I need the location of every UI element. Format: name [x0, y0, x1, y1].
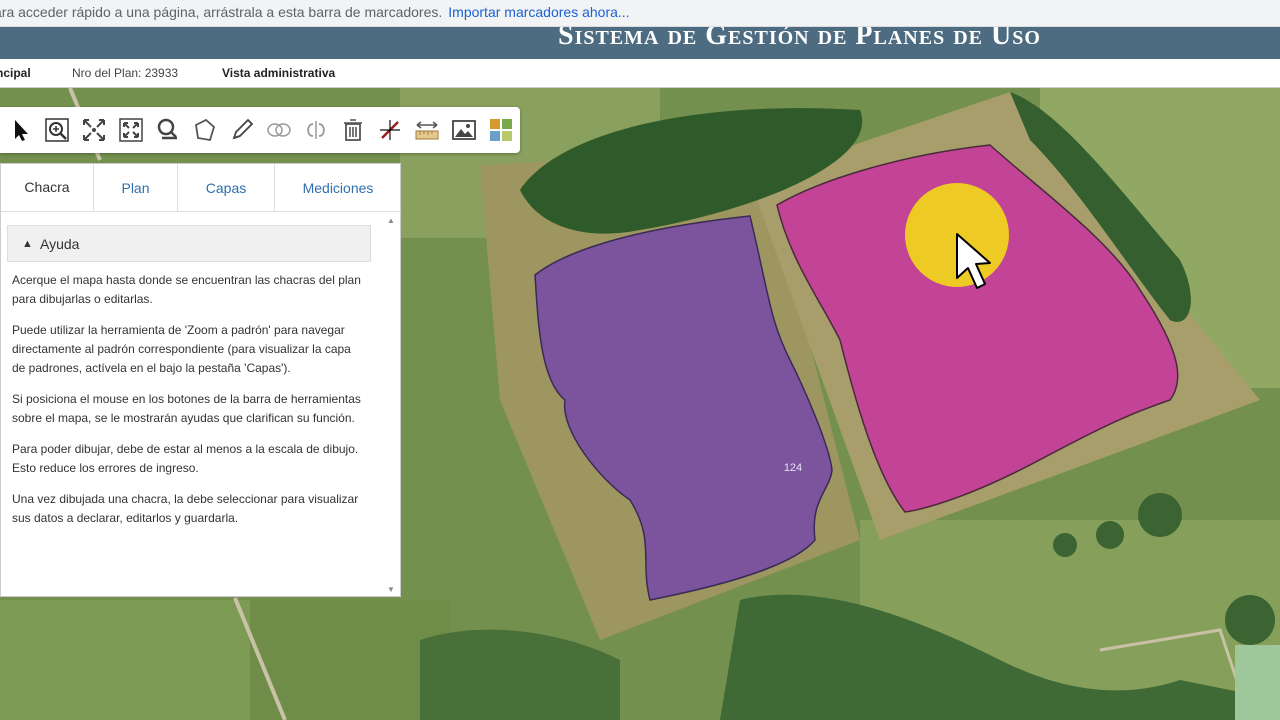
side-panel: Chacra Plan Capas Mediciones ▲ Ayuda Ace…	[0, 163, 401, 597]
chevron-up-icon: ▲	[22, 237, 33, 250]
pan-icon[interactable]	[76, 112, 111, 148]
layers-grid-icon[interactable]	[483, 112, 518, 148]
parcel-label: 124	[784, 462, 802, 474]
help-paragraph: Para poder dibujar, debe de estar al men…	[12, 442, 359, 475]
delete-icon[interactable]	[335, 112, 370, 148]
measure-icon[interactable]	[372, 112, 407, 148]
scroll-down-icon[interactable]: ▼	[387, 585, 395, 594]
panel-tabs: Chacra Plan Capas Mediciones	[1, 164, 401, 212]
help-content: Acerque el mapa hasta donde se encuentra…	[12, 271, 362, 540]
extent-icon[interactable]	[113, 112, 148, 148]
help-paragraph: Una vez dibujada una chacra, la debe sel…	[12, 492, 359, 525]
merge-icon[interactable]	[261, 112, 296, 148]
tab-plan[interactable]: Plan	[94, 164, 178, 211]
panel-scrollbar[interactable]: ▲ ▼	[385, 214, 397, 594]
plan-number: Nro del Plan: 23933	[72, 66, 179, 80]
bookmarks-message: ara acceder rápido a una página, arrástr…	[0, 4, 630, 20]
map-toolbar	[0, 107, 520, 153]
admin-view-label[interactable]: Vista administrativa	[222, 59, 335, 87]
pointer-icon[interactable]	[2, 112, 37, 148]
help-paragraph: Si posiciona el mouse en los botones de …	[12, 392, 361, 425]
edit-icon[interactable]	[224, 112, 259, 148]
zoom-padron-icon[interactable]	[39, 112, 74, 148]
import-bookmarks-link[interactable]: Importar marcadores ahora...	[448, 4, 629, 20]
search-icon[interactable]	[150, 112, 185, 148]
help-paragraph: Puede utilizar la herramienta de 'Zoom a…	[12, 323, 351, 375]
app-title: Sistema de Gestión de Planes de Uso	[558, 27, 1041, 51]
scroll-up-icon[interactable]: ▲	[387, 216, 395, 225]
help-paragraph: Acerque el mapa hasta donde se encuentra…	[12, 273, 361, 306]
polygon-icon[interactable]	[187, 112, 222, 148]
distance-icon[interactable]	[409, 112, 444, 148]
tab-capas[interactable]: Capas	[178, 164, 275, 211]
tab-chacra[interactable]: Chacra	[1, 164, 94, 211]
bookmarks-bar: ara acceder rápido a una página, arrástr…	[0, 0, 1280, 27]
image-icon[interactable]	[446, 112, 481, 148]
help-title: Ayuda	[40, 235, 80, 252]
help-section-header[interactable]: ▲ Ayuda	[7, 225, 371, 262]
breadcrumb-principal[interactable]: ncipal	[0, 59, 31, 87]
app-header: Sistema de Gestión de Planes de Uso	[0, 27, 1280, 59]
tab-mediciones[interactable]: Mediciones	[275, 164, 401, 211]
info-bar: ncipal Nro del Plan: 23933 Vista adminis…	[0, 59, 1280, 88]
split-icon[interactable]	[298, 112, 333, 148]
